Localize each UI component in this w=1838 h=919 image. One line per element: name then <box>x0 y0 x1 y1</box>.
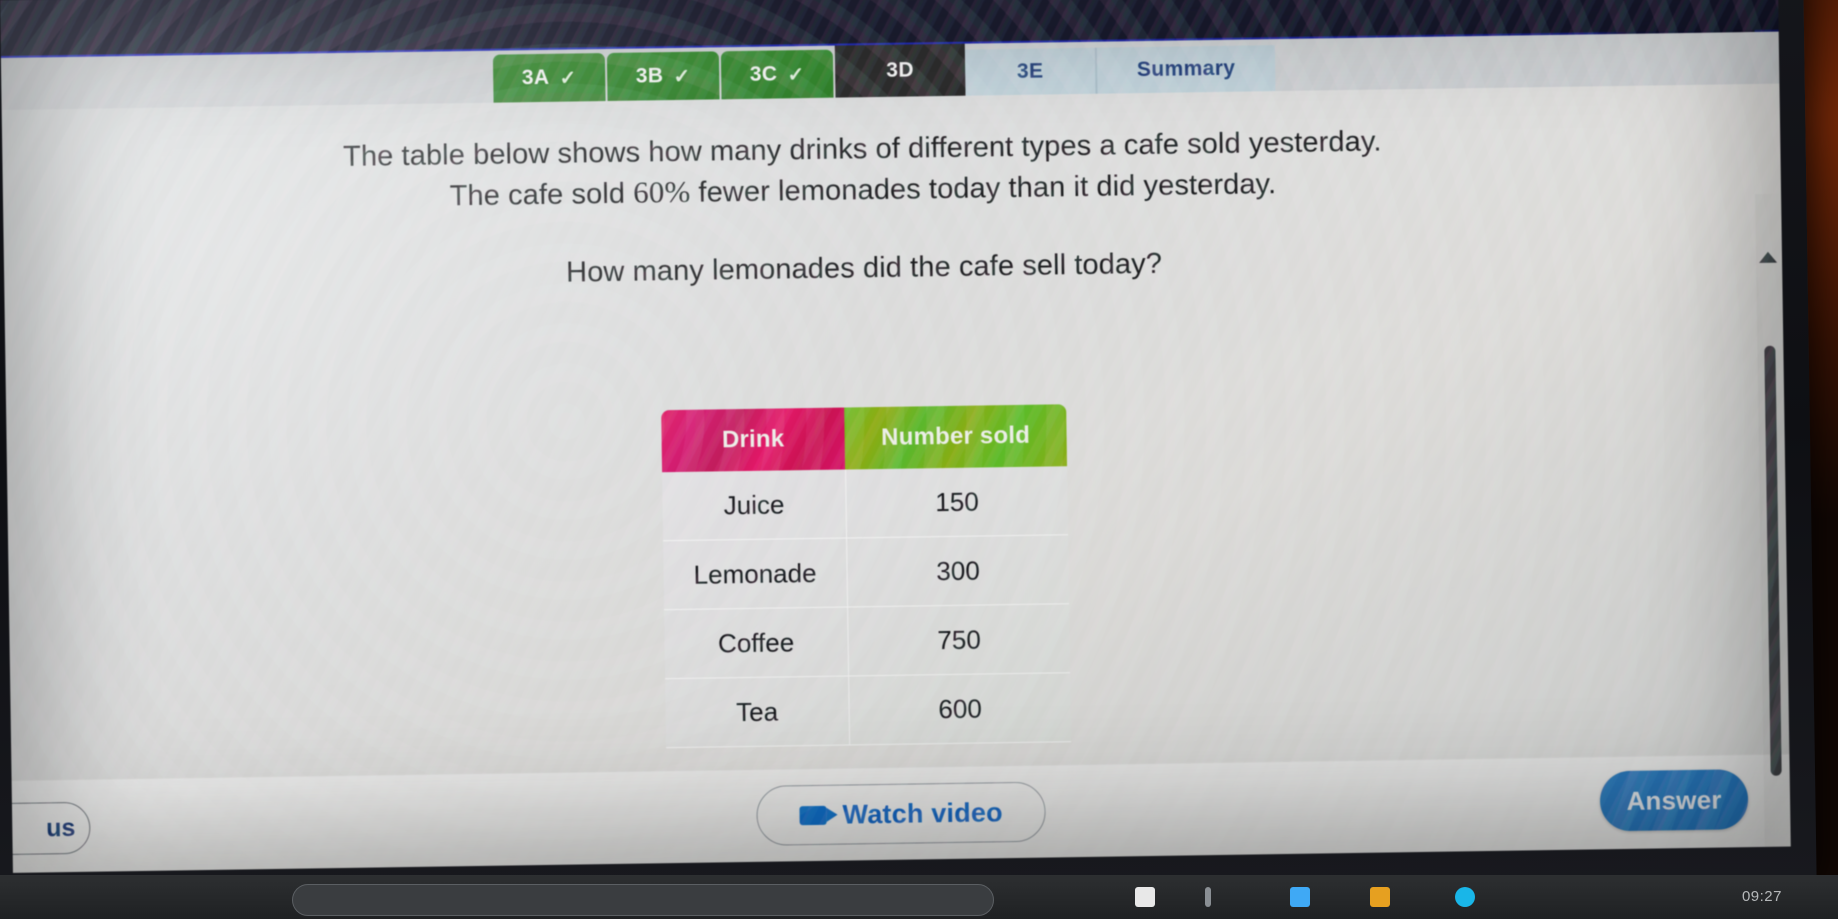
question-page: The table below shows how many drinks of… <box>0 83 1791 873</box>
taskbar-icon-1[interactable] <box>1135 887 1155 907</box>
video-camera-icon <box>799 805 827 825</box>
system-clock: 09:27 <box>1741 888 1782 905</box>
table-header-number-sold: Number sold <box>844 404 1068 470</box>
table-row: Tea 600 <box>665 673 1072 749</box>
tab-summary[interactable]: Summary <box>1094 45 1276 94</box>
check-icon: ✓ <box>787 63 805 86</box>
cell-sold: 600 <box>938 693 983 724</box>
cell-drink: Lemonade <box>663 538 849 610</box>
check-icon: ✓ <box>673 65 691 88</box>
more-options-icon[interactable]: ⋯ <box>1547 0 1568 4</box>
taskbar-icon-2[interactable] <box>1205 887 1211 907</box>
cell-sold: 150 <box>935 486 979 517</box>
cell-drink: Juice <box>662 469 848 541</box>
extension-icon[interactable]: ● <box>1614 0 1628 4</box>
taskbar-icon-3[interactable] <box>1290 887 1310 907</box>
table-row: Juice 150 <box>662 466 1069 542</box>
favourites-star-icon[interactable]: ☆ <box>1482 0 1501 5</box>
table-row: Coffee 750 <box>664 604 1071 680</box>
drinks-table: Drink Number sold Juice 150 Lemonade 300… <box>661 404 1072 749</box>
cell-sold: 750 <box>937 624 981 655</box>
table-row: Lemonade 300 <box>663 535 1070 611</box>
question-statement: The table below shows how many drinks of… <box>2 118 1723 222</box>
watch-video-label: Watch video <box>842 796 1003 830</box>
taskbar-icon-4[interactable] <box>1370 887 1390 907</box>
previous-button[interactable]: us <box>0 801 91 856</box>
tab-3d[interactable]: 3D <box>834 43 966 98</box>
os-taskbar: 09:27 <box>0 875 1838 919</box>
browser-toolbar-icons: ☆ ⋯ ● <box>1482 0 1628 5</box>
question-line-2-a: The cafe sold <box>449 177 634 213</box>
percentage-value: 60% <box>632 173 691 210</box>
check-icon: ✓ <box>559 66 577 90</box>
table-body: Juice 150 Lemonade 300 Coffee 750 Tea 60… <box>662 466 1072 749</box>
laptop-screen: ☆ ⋯ ● Sparx Maths 1,706 XP Arshpreet Kau… <box>0 0 1791 873</box>
tab-3a[interactable]: 3A ✓ <box>492 53 606 103</box>
table-header-drink: Drink <box>661 407 846 473</box>
question-prompt: How many lemonades did the cafe sell tod… <box>565 247 1163 289</box>
watch-video-button[interactable]: Watch video <box>756 781 1047 846</box>
cell-drink: Coffee <box>664 607 850 679</box>
question-line-2: The cafe sold 60% fewer lemonades today … <box>3 156 1723 222</box>
tab-3b-label: 3B <box>635 64 664 88</box>
tab-3a-label: 3A <box>521 65 550 90</box>
tab-3b[interactable]: 3B ✓ <box>606 51 720 101</box>
tab-3c-label: 3C <box>749 62 778 86</box>
cell-drink: Tea <box>665 676 851 748</box>
tab-3c[interactable]: 3C ✓ <box>720 49 834 100</box>
laptop-photo: ☆ ⋯ ● Sparx Maths 1,706 XP Arshpreet Kau… <box>0 0 1838 919</box>
question-line-2-b: fewer lemonades today than it did yester… <box>690 167 1277 209</box>
taskbar-search-box[interactable] <box>292 884 994 916</box>
scrollbar-thumb[interactable] <box>1764 345 1782 776</box>
table-header-row: Drink Number sold <box>661 404 1068 473</box>
cell-sold: 300 <box>936 555 980 586</box>
answer-button[interactable]: Answer <box>1599 769 1749 832</box>
taskbar-icon-5[interactable] <box>1455 887 1475 907</box>
tab-3e[interactable]: 3E <box>964 47 1096 96</box>
scroll-up-arrow-icon[interactable] <box>1758 251 1778 263</box>
